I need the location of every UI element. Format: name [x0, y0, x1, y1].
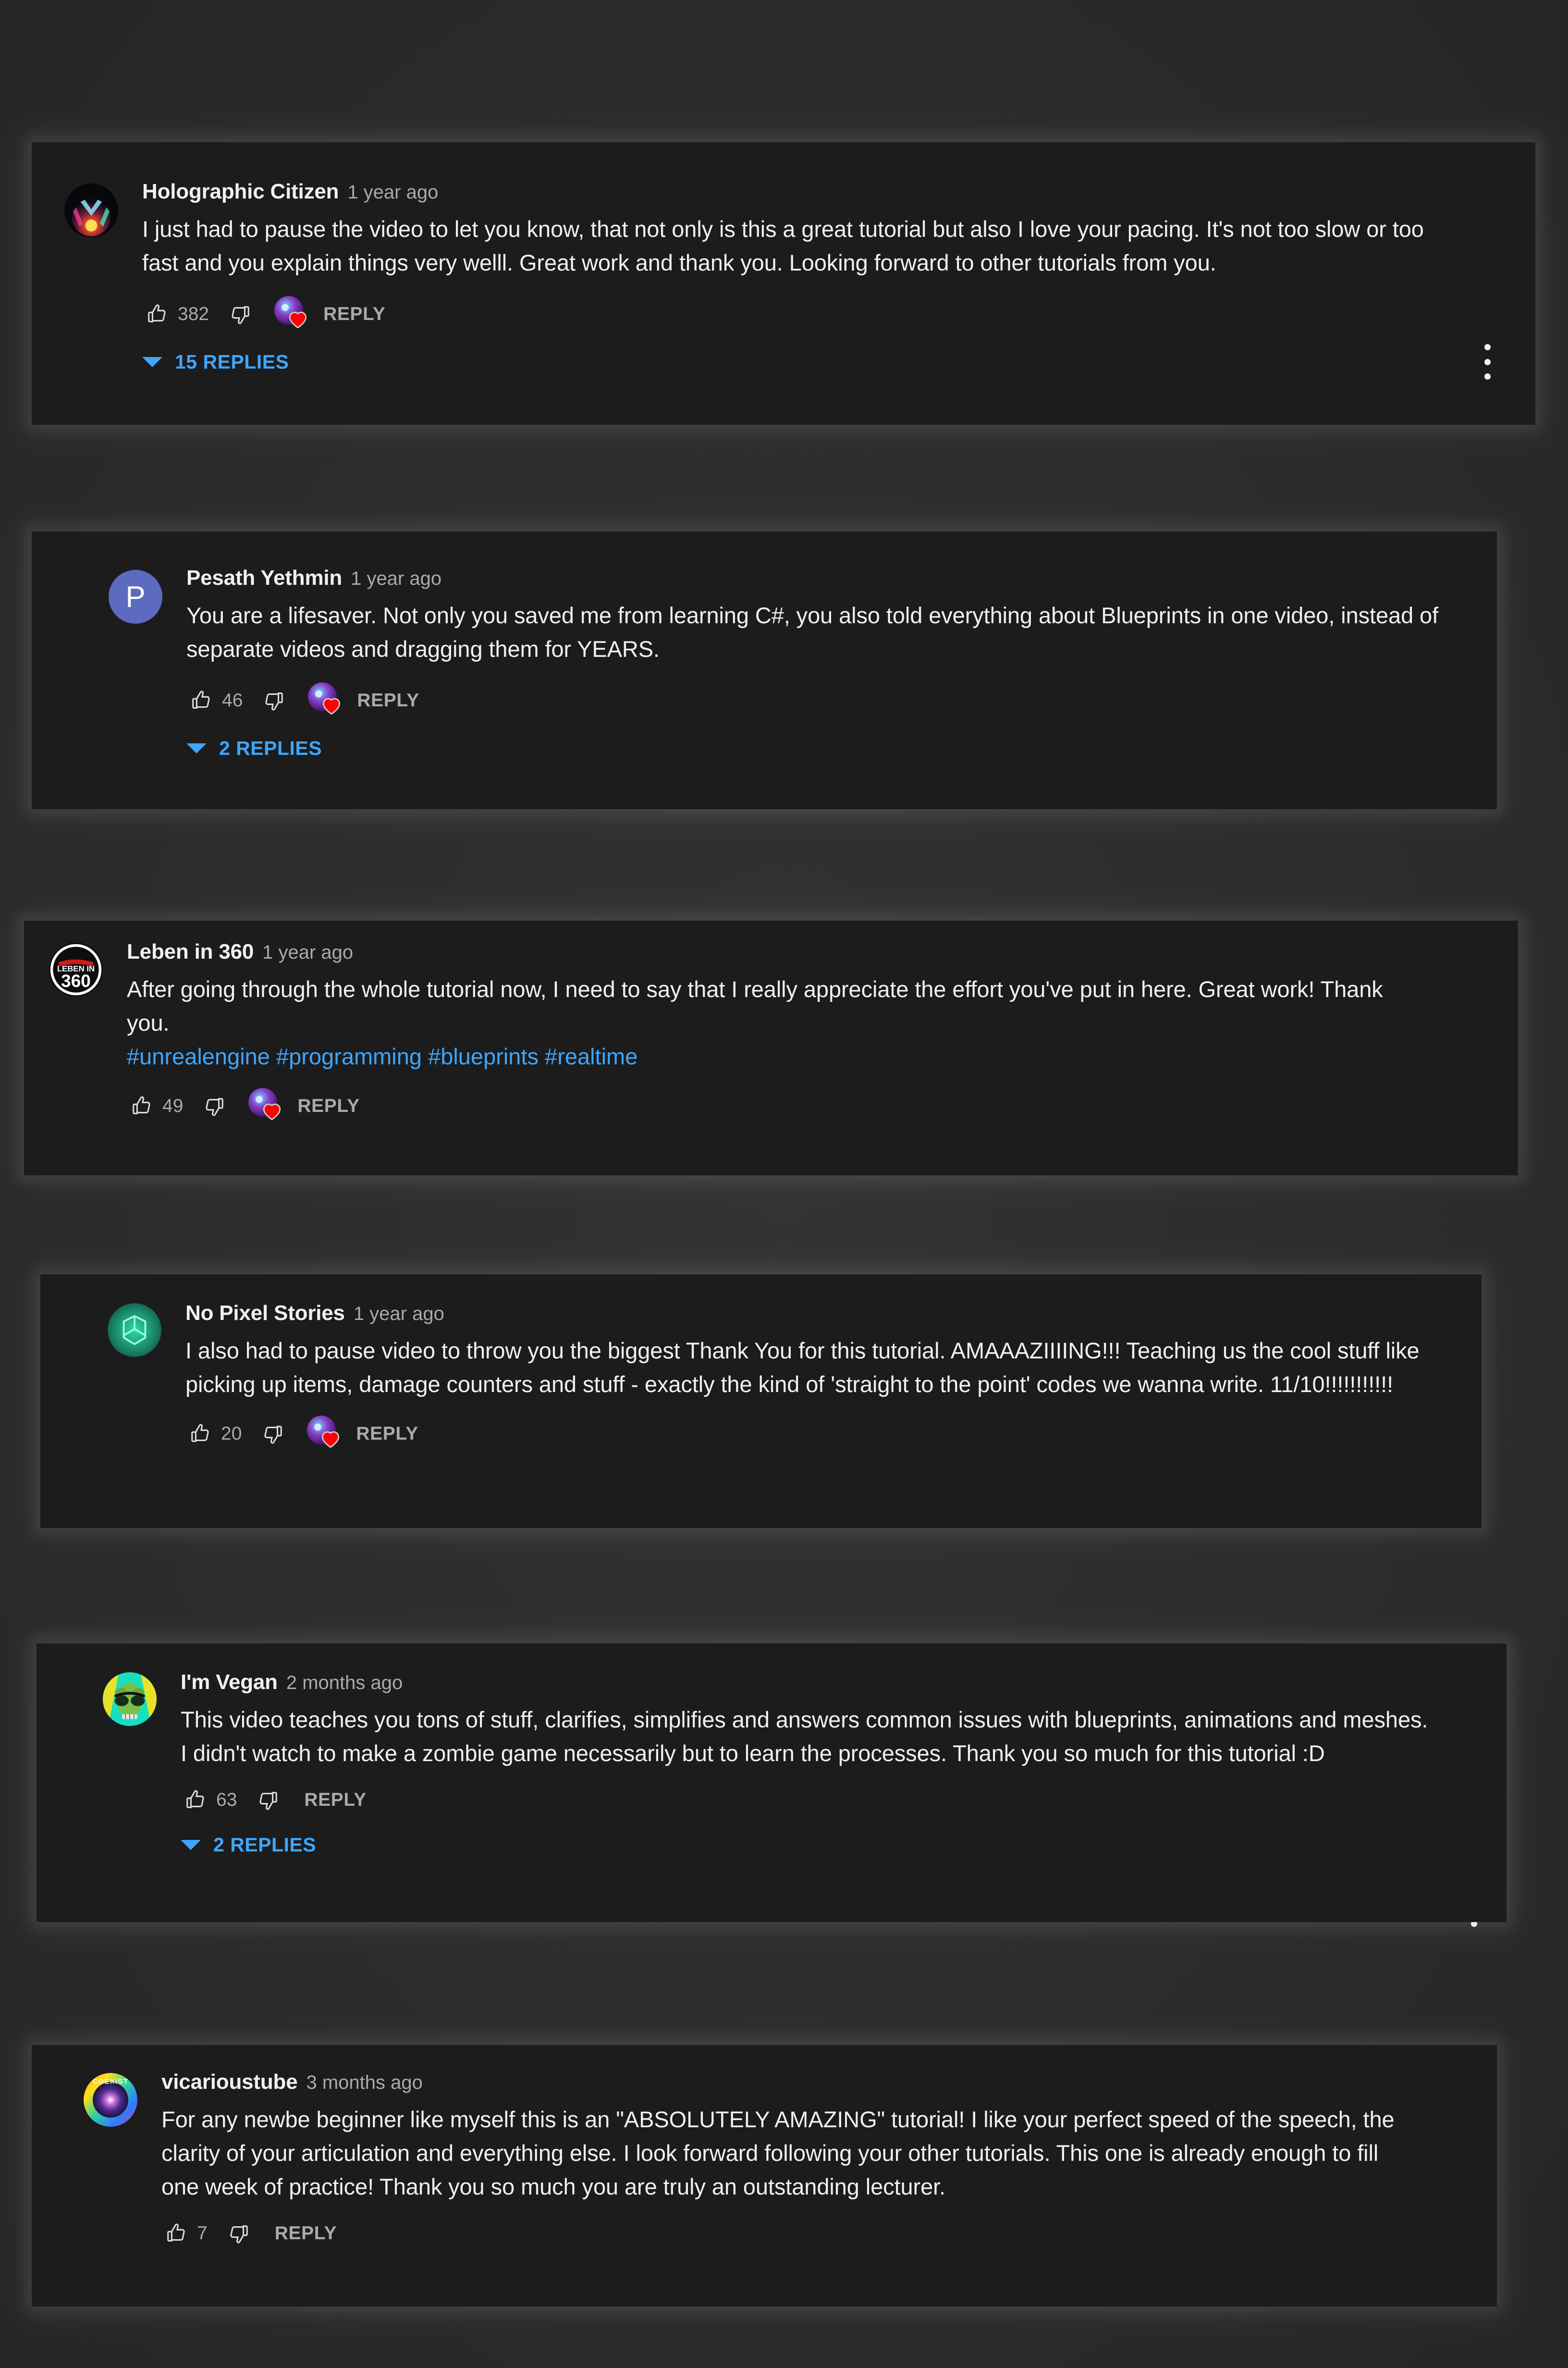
avatar-initial: P: [125, 580, 146, 614]
comment-header: Pesath Yethmin 1 year ago: [186, 566, 1353, 590]
comment-hashtags[interactable]: #unrealengine #programming #blueprints #…: [127, 1040, 1374, 1073]
like-count: 49: [162, 1096, 184, 1116]
thumbs-down-icon[interactable]: [225, 299, 255, 329]
comment-actions: 7 REPLY: [161, 2218, 1353, 2249]
like-count: 7: [197, 2223, 208, 2244]
avatar[interactable]: LEBEN IN 360: [49, 943, 103, 997]
thumbs-down-icon[interactable]: [253, 1785, 283, 1815]
comment-text: You are a lifesaver. Not only you saved …: [186, 603, 1445, 662]
heart-shape: [263, 1103, 281, 1121]
creator-heart-icon[interactable]: [308, 682, 344, 719]
thumbs-down-icon[interactable]: [259, 686, 289, 715]
comment-text: After going through the whole tutorial n…: [127, 976, 1389, 1036]
thumbs-down-icon[interactable]: [258, 1419, 288, 1449]
chevron-down-icon: [186, 743, 207, 753]
heart-shape: [323, 698, 341, 715]
comment-header: Leben in 360 1 year ago: [127, 940, 1374, 964]
comment-author[interactable]: No Pixel Stories: [185, 1301, 345, 1325]
heart-shape: [322, 1431, 340, 1448]
comment-author[interactable]: vicarioustube: [161, 2070, 298, 2094]
avatar[interactable]: [108, 1303, 161, 1357]
like-count: 382: [178, 304, 209, 324]
kebab-menu-icon[interactable]: [1481, 344, 1494, 380]
heart-shape: [289, 311, 307, 329]
like-count: 46: [222, 690, 243, 711]
comment-actions: 49 REPLY: [127, 1088, 1374, 1124]
chevron-down-icon: [142, 357, 162, 367]
comment-actions: 63 REPLY: [181, 1785, 1362, 1815]
comment-timestamp[interactable]: 1 year ago: [347, 182, 438, 203]
comment-timestamp[interactable]: 1 year ago: [262, 942, 353, 963]
replies-toggle[interactable]: 2 REPLIES: [181, 1834, 1362, 1856]
comment-timestamp[interactable]: 1 year ago: [354, 1303, 444, 1325]
comment-actions: 46 REPLY: [186, 682, 1353, 719]
comment-header: Holographic Citizen 1 year ago: [142, 180, 1391, 204]
thumbs-up-icon[interactable]: [127, 1091, 157, 1121]
like-count: 20: [221, 1423, 242, 1444]
comment-header: vicarioustube 3 months ago: [161, 2070, 1353, 2094]
comment-actions: 20 REPLY: [185, 1416, 1337, 1452]
svg-text:360: 360: [61, 971, 91, 991]
youtube-comments-page: Holographic Citizen 1 year ago I just ha…: [0, 0, 1568, 2368]
comment-actions: 382 REPLY: [142, 296, 1391, 333]
comment-card: COEXIST vicarioustube 3 months ago For a…: [32, 2045, 1497, 2306]
comment-text: For any newbe beginner like myself this …: [161, 2107, 1401, 2199]
replies-count: 15 REPLIES: [175, 351, 289, 373]
reply-button[interactable]: REPLY: [302, 1785, 368, 1815]
thumbs-down-icon[interactable]: [199, 1091, 229, 1121]
thumbs-up-icon[interactable]: [181, 1785, 210, 1815]
creator-heart-icon[interactable]: [307, 1416, 343, 1452]
avatar[interactable]: COEXIST: [84, 2073, 137, 2127]
comment-author[interactable]: Leben in 360: [127, 940, 254, 964]
reply-button[interactable]: REPLY: [273, 2218, 339, 2249]
comment-card: Holographic Citizen 1 year ago I just ha…: [32, 142, 1535, 425]
comment-card: No Pixel Stories 1 year ago I also had t…: [40, 1274, 1482, 1528]
svg-text:COEXIST: COEXIST: [93, 2078, 129, 2085]
comment-author[interactable]: Pesath Yethmin: [186, 566, 342, 590]
chevron-down-icon: [181, 1840, 201, 1850]
avatar[interactable]: [64, 184, 118, 237]
comment-text: I just had to pause the video to let you…: [142, 216, 1430, 275]
replies-count: 2 REPLIES: [219, 737, 322, 759]
comment-header: I'm Vegan 2 months ago: [181, 1670, 1362, 1694]
comment-text: I also had to pause video to throw you t…: [185, 1338, 1426, 1397]
comment-author[interactable]: I'm Vegan: [181, 1670, 278, 1694]
replies-toggle[interactable]: 15 REPLIES: [142, 351, 1391, 373]
avatar[interactable]: P: [109, 570, 162, 624]
comment-author[interactable]: Holographic Citizen: [142, 180, 339, 204]
comment-card: P Pesath Yethmin 1 year ago You are a li…: [32, 531, 1497, 1154]
thumbs-up-icon[interactable]: [161, 2219, 191, 2248]
comment-header: No Pixel Stories 1 year ago: [185, 1301, 1337, 1325]
thumbs-up-icon[interactable]: [186, 686, 216, 715]
comment-card: LEBEN IN 360 Leben in 360 1 year ago Aft…: [24, 921, 1518, 1927]
reply-button[interactable]: REPLY: [295, 1091, 361, 1122]
thumbs-up-icon[interactable]: [185, 1419, 215, 1449]
thumbs-up-icon[interactable]: [142, 299, 172, 329]
comment-timestamp[interactable]: 2 months ago: [286, 1672, 403, 1694]
thumbs-down-icon[interactable]: [224, 2219, 254, 2248]
reply-button[interactable]: REPLY: [355, 685, 421, 716]
replies-toggle[interactable]: 2 REPLIES: [186, 737, 1353, 760]
comment-card: I'm Vegan 2 months ago This video teache…: [37, 1643, 1507, 1922]
replies-count: 2 REPLIES: [213, 1834, 317, 1856]
creator-heart-icon[interactable]: [274, 296, 311, 333]
avatar[interactable]: [103, 1672, 157, 1726]
comment-text: This video teaches you tons of stuff, cl…: [181, 1707, 1434, 1766]
reply-button[interactable]: REPLY: [354, 1418, 420, 1449]
comment-timestamp[interactable]: 1 year ago: [351, 568, 441, 590]
reply-button[interactable]: REPLY: [321, 299, 387, 330]
creator-heart-icon[interactable]: [248, 1088, 285, 1124]
comment-timestamp[interactable]: 3 months ago: [306, 2072, 423, 2094]
like-count: 63: [216, 1789, 237, 1810]
